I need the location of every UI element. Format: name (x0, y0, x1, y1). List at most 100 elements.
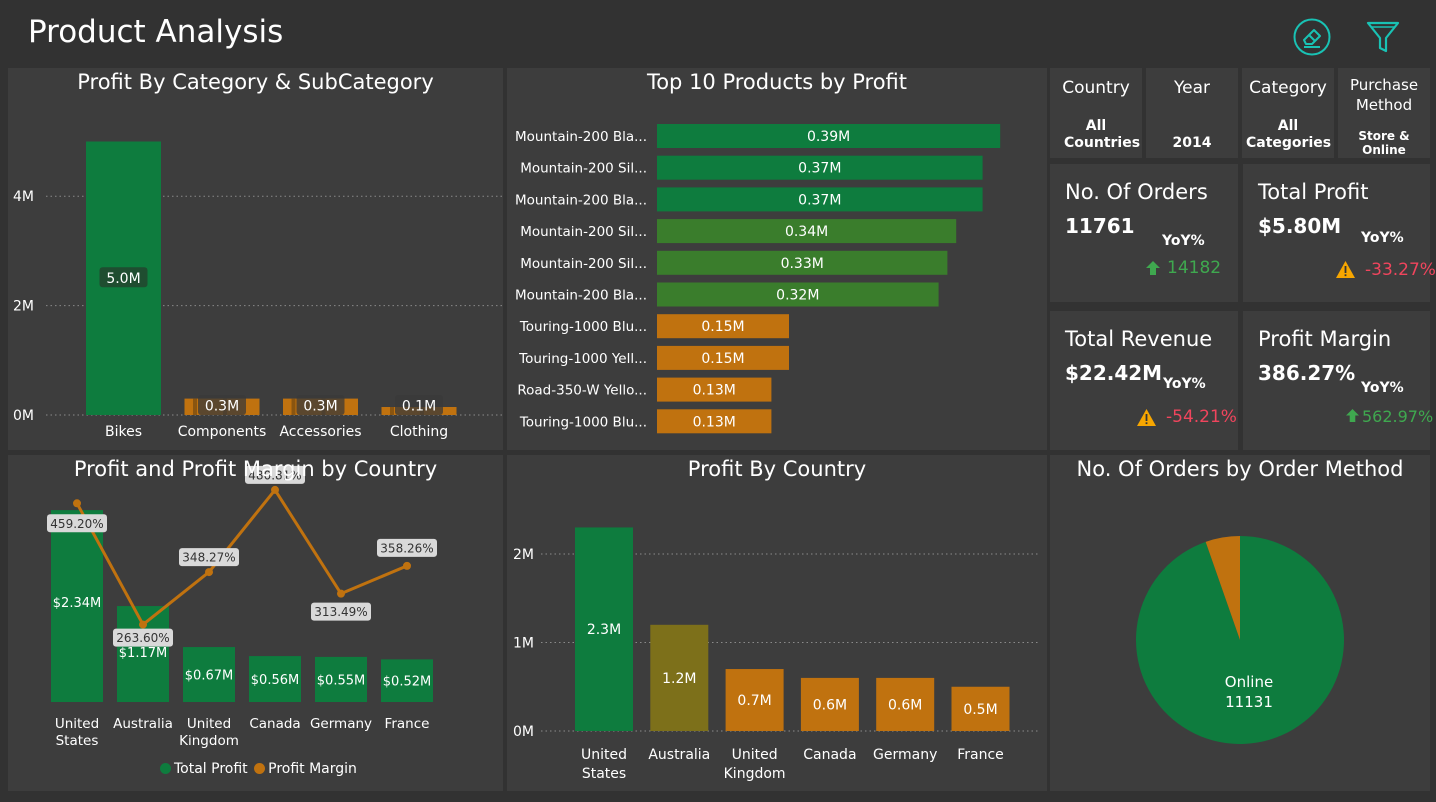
kpi-title: Total Profit (1258, 180, 1369, 204)
up-arrow-icon (1146, 261, 1160, 275)
product-label: Road-350-W Yello... (517, 383, 647, 399)
data-label: 0.33M (781, 256, 824, 272)
product-label: Touring-1000 Blu... (519, 319, 647, 335)
margin-data-label: 459.20% (50, 517, 103, 531)
x-tick-label: France (957, 747, 1004, 763)
slicer-value: Store & Online (1358, 129, 1410, 157)
filter-icon[interactable] (1364, 18, 1402, 56)
slicer-value: All Categories (1246, 118, 1332, 151)
purchase-method-slicer[interactable]: Purchase Method Store & Online (1338, 68, 1430, 158)
x-tick-label: United Kingdom (179, 716, 239, 749)
kpi-title: Total Revenue (1065, 327, 1213, 351)
pie-label-name: Online (1225, 673, 1273, 691)
kpi-value: $22.42M (1065, 361, 1163, 385)
country-slicer[interactable]: Country All Countries (1050, 68, 1142, 158)
data-label: 0.13M (693, 414, 736, 430)
slicer-value: All Countries (1064, 118, 1141, 151)
orders-kpi-card: No. Of Orders 11761 YoY% 14182 (1050, 164, 1238, 302)
x-tick-label: Germany (873, 747, 937, 763)
slicer-label: Purchase Method (1349, 76, 1419, 114)
y-tick-label: 4M (13, 189, 34, 205)
margin-kpi-card: Profit Margin 386.27% YoY% 562.97% (1243, 311, 1434, 450)
order-method-pie-chart[interactable]: Online 11131 (1050, 455, 1430, 791)
margin-point[interactable] (73, 499, 81, 508)
warning-icon (1137, 409, 1156, 426)
x-tick-label: Canada (803, 747, 856, 763)
legend-profit-margin: Profit Margin (268, 761, 357, 777)
data-label: 0.3M (205, 399, 239, 415)
profit-country-chart[interactable]: 0M 1M 2M 2.3M United States 1.2M Australia 0.7M U… (507, 455, 1047, 791)
profit-data-label: $2.34M (53, 596, 101, 611)
data-label: 1.2M (662, 671, 696, 687)
margin-point[interactable] (403, 561, 411, 570)
margin-data-label: 313.49% (314, 605, 367, 619)
product-label: Mountain-200 Bla... (515, 192, 647, 208)
profit-margin-country-chart[interactable]: $2.34M United States $1.17M Australia $0.67M U… (8, 455, 503, 791)
top-products-chart[interactable]: 0.39M Mountain-200 Bla... 0.37M Mountain-20… (507, 68, 1047, 450)
profit-data-label: $1.17M (119, 646, 167, 661)
kpi-yoy-label: YoY% (1162, 233, 1205, 249)
product-label: Mountain-200 Sil... (520, 161, 647, 177)
kpi-title: No. Of Orders (1065, 180, 1208, 204)
legend-total-profit: Total Profit (174, 761, 248, 777)
legend-dot-orange (254, 763, 266, 774)
data-label: 0.15M (701, 351, 744, 367)
category-profit-panel: Profit By Category & SubCategory 0M 2M 4M 5… (8, 68, 503, 450)
x-tick-label: United States (581, 747, 627, 782)
data-label: 0.39M (807, 129, 850, 145)
profit-country-title: Profit By Country (687, 457, 867, 481)
margin-point[interactable] (205, 568, 213, 577)
kpi-value: $5.80M (1258, 214, 1342, 238)
margin-point[interactable] (337, 589, 345, 598)
legend-dot-green (160, 763, 171, 774)
profit-data-label: $0.56M (251, 673, 299, 688)
warning-icon (1336, 261, 1355, 278)
kpi-yoy-label: YoY% (1361, 230, 1404, 246)
product-label: Touring-1000 Blu... (519, 414, 647, 430)
data-label: 0.7M (737, 693, 771, 709)
year-slicer[interactable]: Year 2014 (1146, 68, 1238, 158)
order-method-panel: No. Of Orders by Order Method Online 1113… (1050, 455, 1430, 791)
y-tick-label: 2M (513, 547, 534, 563)
y-tick-label: 0M (513, 724, 534, 740)
data-label: 0.3M (303, 399, 337, 415)
kpi-value: 11761 (1065, 214, 1135, 238)
profit-kpi-card: Total Profit $5.80M YoY% -33.27% (1243, 164, 1436, 302)
eraser-icon[interactable] (1292, 17, 1332, 57)
profit-data-label: $0.55M (317, 673, 365, 688)
data-label: 0.37M (798, 161, 841, 177)
product-label: Mountain-200 Sil... (520, 256, 647, 272)
category-slicer[interactable]: Category All Categories (1242, 68, 1334, 158)
x-tick-label: Accessories (279, 424, 361, 440)
slicer-value: 2014 (1172, 135, 1212, 151)
x-tick-label: Australia (648, 747, 710, 763)
data-label: 0.34M (785, 224, 828, 240)
page-title: Product Analysis (28, 14, 284, 50)
margin-point[interactable] (139, 620, 147, 629)
chart-legend: Total Profit Profit Margin (160, 761, 357, 777)
kpi-value: 386.27% (1258, 361, 1356, 385)
kpi-yoy-label: YoY% (1361, 380, 1404, 396)
margin-data-label: 263.60% (116, 631, 169, 645)
data-label: 0.5M (963, 702, 997, 718)
top-products-title: Top 10 Products by Profit (646, 70, 908, 94)
top-products-panel: Top 10 Products by Profit 0.39M Mountain-… (507, 68, 1047, 450)
kpi-title: Profit Margin (1258, 327, 1392, 351)
slicer-label: Category (1249, 78, 1327, 98)
data-label: 0.6M (888, 697, 922, 713)
category-profit-chart[interactable]: 0M 2M 4M 5.0M Bikes 0.3M Components 0.3M Accesso… (8, 68, 503, 450)
y-tick-label: 2M (13, 299, 34, 315)
margin-point[interactable] (271, 485, 279, 494)
kpi-change: -54.21% (1166, 407, 1237, 427)
data-label: 0.1M (402, 399, 436, 415)
x-tick-label: France (385, 716, 430, 732)
product-label: Mountain-200 Bla... (515, 129, 647, 145)
profit-margin-country-panel: Profit and Profit Margin by Country $2.3… (8, 455, 503, 791)
revenue-kpi-card: Total Revenue $22.42M YoY% -54.21% (1050, 311, 1238, 450)
slicer-label: Country (1062, 78, 1130, 98)
margin-data-label: 358.26% (380, 541, 433, 555)
profit-margin-chart-title: Profit and Profit Margin by Country (73, 457, 438, 481)
profit-data-label: $0.67M (185, 669, 233, 684)
kpi-change: 562.97% (1362, 407, 1434, 426)
y-tick-label: 1M (513, 636, 534, 652)
